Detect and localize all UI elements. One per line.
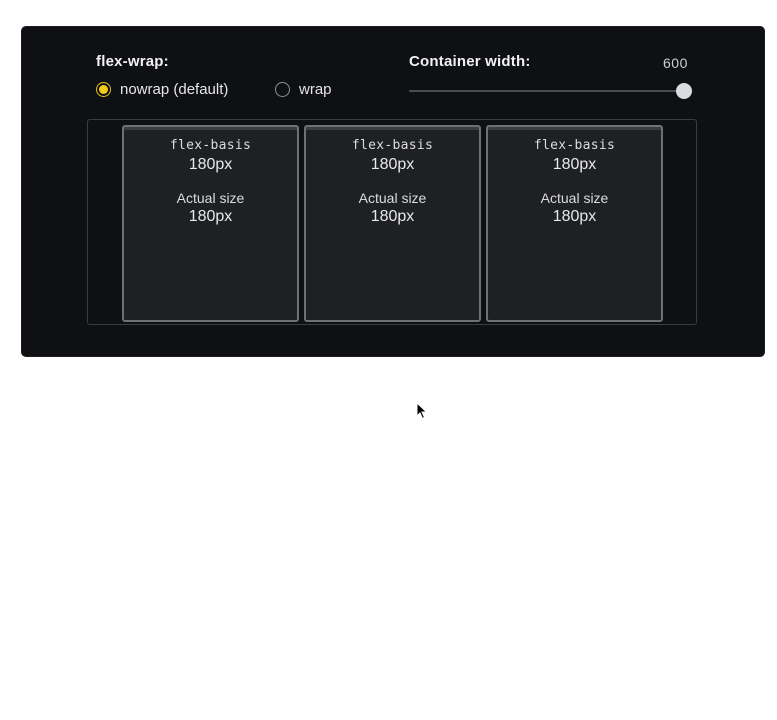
flex-basis-value: 180px — [370, 156, 415, 173]
actual-size-value: 180px — [188, 208, 233, 225]
flex-wrap-label: flex-wrap: — [96, 53, 169, 70]
flex-container: flex-basis 180px Actual size 180px flex-… — [87, 119, 697, 325]
slider-thumb[interactable] — [676, 83, 692, 99]
actual-size-label: Actual size — [358, 190, 427, 206]
flex-items: flex-basis 180px Actual size 180px flex-… — [122, 125, 663, 322]
mouse-pointer-icon — [416, 401, 428, 425]
actual-size-value: 180px — [370, 208, 415, 225]
actual-size-label: Actual size — [540, 190, 609, 206]
actual-size-label: Actual size — [176, 190, 245, 206]
flex-basis-label: flex-basis — [169, 138, 252, 153]
container-width-value: 600 — [663, 55, 688, 71]
flex-item: flex-basis 180px Actual size 180px — [486, 125, 663, 322]
radio-wrap[interactable]: wrap — [275, 81, 332, 98]
flex-basis-value: 180px — [188, 156, 233, 173]
flex-item: flex-basis 180px Actual size 180px — [304, 125, 481, 322]
flex-basis-label: flex-basis — [351, 138, 434, 153]
radio-nowrap[interactable]: nowrap (default) — [96, 81, 228, 98]
radio-wrap-indicator[interactable] — [275, 82, 290, 97]
radio-nowrap-indicator[interactable] — [96, 82, 111, 97]
slider-track[interactable] — [409, 90, 684, 92]
flex-item: flex-basis 180px Actual size 180px — [122, 125, 299, 322]
radio-nowrap-label: nowrap (default) — [120, 81, 229, 98]
radio-wrap-label: wrap — [299, 81, 332, 98]
actual-size-value: 180px — [552, 208, 597, 225]
container-width-slider[interactable] — [409, 83, 692, 99]
container-width-label: Container width: — [409, 53, 531, 70]
flex-demo-panel: flex-wrap: nowrap (default) wrap Contain… — [22, 27, 764, 356]
flex-basis-value: 180px — [552, 156, 597, 173]
flex-basis-label: flex-basis — [533, 138, 616, 153]
